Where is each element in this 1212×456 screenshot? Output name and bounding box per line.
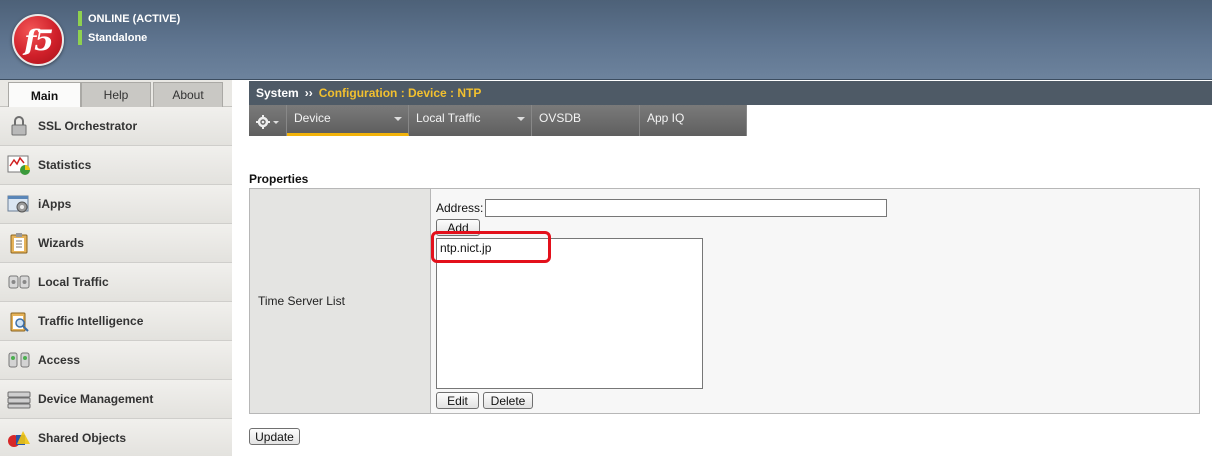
menu-app-iq[interactable]: App IQ — [640, 105, 747, 136]
menu-local-traffic-label: Local Traffic — [416, 111, 481, 125]
menu-ovsdb-label: OVSDB — [539, 111, 582, 125]
menu-device-label: Device — [294, 111, 331, 125]
chevron-down-icon — [517, 117, 525, 121]
iapps-gear-icon — [6, 192, 32, 216]
mode-indicator — [78, 30, 82, 45]
sidebar-item-label: Traffic Intelligence — [38, 314, 144, 328]
sidebar-item-access[interactable]: Access — [0, 341, 232, 380]
gear-icon — [256, 115, 280, 132]
properties-table: Time Server List Address: Add ntp.nict.j… — [249, 188, 1200, 414]
time-server-list-label: Time Server List — [250, 189, 431, 413]
local-traffic-icon — [6, 270, 32, 294]
address-label: Address: — [436, 201, 484, 215]
address-input[interactable] — [485, 199, 887, 217]
menu-app-iq-label: App IQ — [647, 111, 685, 125]
sidebar-item-shared-objects[interactable]: Shared Objects — [0, 419, 232, 456]
breadcrumb: System ›› Configuration : Device : NTP — [249, 81, 1212, 105]
menu-device[interactable]: Device — [287, 105, 409, 136]
sidebar-item-label: SSL Orchestrator — [38, 119, 138, 133]
edit-button-label: Edit — [447, 393, 468, 408]
chevron-down-icon — [394, 117, 402, 121]
sidebar-item-traffic-intelligence[interactable]: Traffic Intelligence — [0, 302, 232, 341]
sidebar-item-label: iApps — [38, 197, 72, 211]
status-line-online: ONLINE (ACTIVE) — [78, 10, 180, 27]
sidebar-item-iapps[interactable]: iApps — [0, 185, 232, 224]
sidebar-item-label: Access — [38, 353, 81, 367]
highlight-box — [431, 231, 551, 263]
breadcrumb-root[interactable]: System — [256, 86, 299, 100]
section-title: Properties — [249, 172, 309, 186]
tab-main[interactable]: Main — [8, 82, 81, 108]
sidebar-item-local-traffic[interactable]: Local Traffic — [0, 263, 232, 302]
top-banner: f5 ONLINE (ACTIVE) Standalone — [0, 0, 1212, 80]
menu-ovsdb[interactable]: OVSDB — [532, 105, 640, 136]
edit-button[interactable]: Edit — [436, 392, 479, 409]
access-icon — [6, 348, 32, 372]
magnifier-clipboard-icon — [6, 309, 32, 333]
server-icon — [6, 387, 32, 411]
statistics-chart-icon — [6, 153, 32, 177]
gear-menu[interactable] — [249, 105, 287, 136]
f5-logo[interactable]: f5 — [12, 14, 64, 66]
device-status: ONLINE (ACTIVE) Standalone — [78, 10, 180, 48]
sidebar-item-device-management[interactable]: Device Management — [0, 380, 232, 419]
app-window: f5 ONLINE (ACTIVE) Standalone Main Help … — [0, 0, 1212, 456]
delete-button[interactable]: Delete — [483, 392, 533, 409]
sidebar-item-label: Statistics — [38, 158, 92, 172]
top-menu-bar: Device Local Traffic OVSDB App IQ — [249, 105, 747, 136]
sidebar-item-ssl-orchestrator[interactable]: SSL Orchestrator — [0, 107, 232, 146]
sidebar-item-label: Device Management — [38, 392, 154, 406]
sidebar-item-label: Wizards — [38, 236, 84, 250]
mode-text: Standalone — [88, 31, 148, 44]
breadcrumb-separator: ›› — [304, 86, 313, 100]
nav-tabs: Main Help About — [0, 80, 232, 108]
status-indicator — [78, 11, 82, 26]
sidebar-item-label: Local Traffic — [38, 275, 109, 289]
sidebar-item-wizards[interactable]: Wizards — [0, 224, 232, 263]
sidebar-item-statistics[interactable]: Statistics — [0, 146, 232, 185]
menu-local-traffic[interactable]: Local Traffic — [409, 105, 532, 136]
lock-icon — [6, 114, 32, 138]
left-navigation: Main Help About SSL Orchestrator Statist… — [0, 80, 232, 456]
shapes-icon — [6, 426, 32, 450]
tab-help-label: Help — [103, 88, 129, 102]
logo-text: f5 — [24, 23, 53, 57]
tab-about-label: About — [172, 88, 204, 102]
clipboard-icon — [6, 231, 32, 255]
delete-button-label: Delete — [490, 393, 526, 408]
sidebar-item-label: Shared Objects — [38, 431, 127, 445]
status-line-mode: Standalone — [78, 29, 180, 46]
tab-help[interactable]: Help — [81, 82, 151, 107]
tab-about[interactable]: About — [153, 82, 223, 107]
tab-main-label: Main — [30, 88, 59, 103]
time-server-list-value: Address: Add ntp.nict.jp Edit Delete — [431, 189, 1199, 413]
update-button[interactable]: Update — [249, 428, 300, 445]
breadcrumb-path[interactable]: Configuration : Device : NTP — [319, 86, 482, 100]
update-button-label: Update — [255, 429, 294, 444]
status-text: ONLINE (ACTIVE) — [88, 12, 181, 25]
